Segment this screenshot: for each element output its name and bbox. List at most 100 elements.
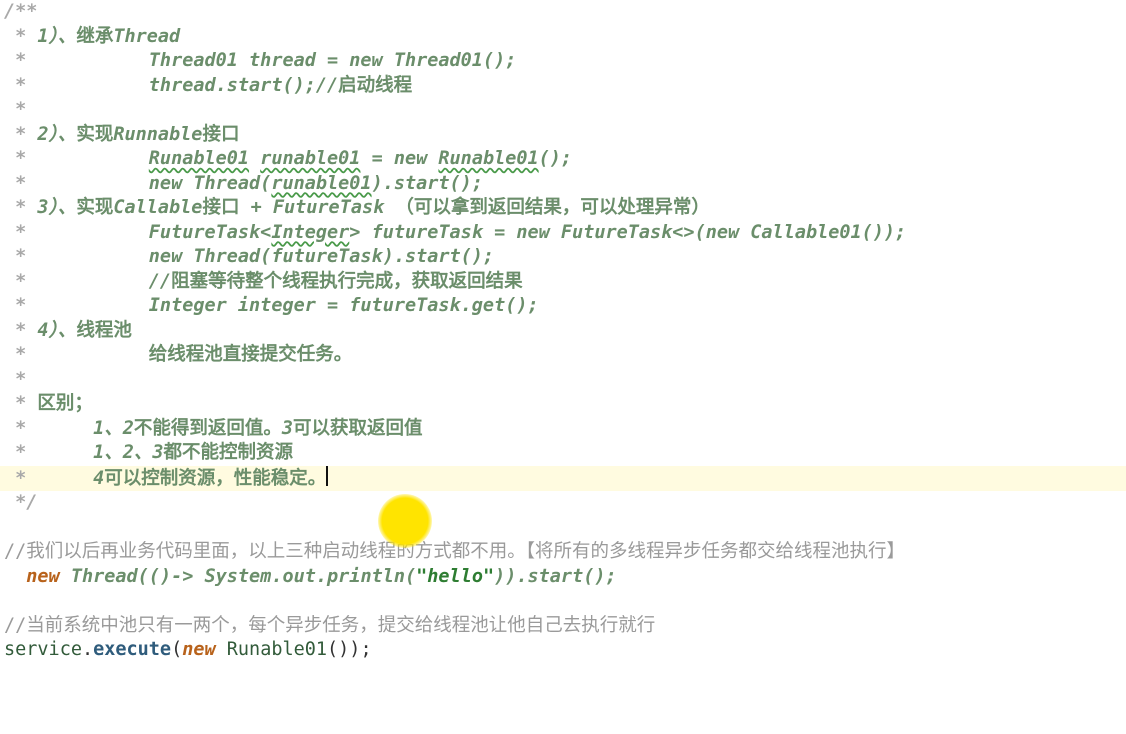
code-line[interactable]: new Thread(()-> System.out.println("hell… (0, 565, 1126, 590)
code-line[interactable]: * Integer integer = futureTask.get(); (0, 294, 1126, 319)
code-token: ()); (327, 639, 372, 660)
code-line[interactable]: service.execute(new Runable01()); (0, 638, 1126, 663)
code-token: 实现 (76, 124, 113, 145)
code-line[interactable]: * 4）、线程池 (0, 319, 1126, 344)
code-token: 4 (93, 468, 104, 489)
code-token: // (149, 271, 171, 292)
code-token: 可以控制资源，性能稳定。 (104, 468, 326, 489)
code-token: new Thread( (149, 173, 272, 194)
code-token: )).start(); (494, 566, 617, 587)
code-token: 接口 (202, 197, 239, 218)
code-token: "hello" (416, 566, 494, 587)
code-token: Callable (113, 197, 202, 218)
code-token: Integer integer = futureTask.get(); (149, 295, 539, 316)
code-token: * (4, 369, 26, 390)
code-line[interactable]: * Thread01 thread = new Thread01(); (0, 49, 1126, 74)
code-line[interactable]: * FutureTask<Integer> futureTask = new F… (0, 221, 1126, 246)
code-token: * (4, 418, 93, 439)
code-token: 1、2、3 (93, 442, 163, 463)
code-token: > futureTask = new FutureTask<>(new Call… (349, 222, 906, 243)
code-token: * (4, 99, 26, 120)
code-token: * (4, 50, 149, 71)
code-token: * (4, 344, 149, 365)
code-token: Thread01 thread = new Thread01(); (149, 50, 517, 71)
code-line[interactable]: */ (0, 491, 1126, 516)
code-token: * (4, 246, 149, 267)
code-line[interactable]: * 4可以控制资源，性能稳定。 (0, 466, 1126, 492)
code-line[interactable]: * (0, 368, 1126, 393)
code-token: new (26, 566, 59, 587)
code-token: Thread(()-> System. (60, 566, 283, 587)
code-token: */ (4, 492, 37, 513)
code-line[interactable]: * Runable01 runable01 = new Runable01(); (0, 147, 1126, 172)
code-token: 4）、 (37, 320, 76, 341)
code-line[interactable]: * 2）、实现Runnable接口 (0, 123, 1126, 148)
code-token: .println( (316, 566, 416, 587)
code-line[interactable]: * (0, 98, 1126, 123)
code-token: ( (171, 639, 182, 660)
code-line[interactable]: * 给线程池直接提交任务。 (0, 343, 1126, 368)
code-token: * (4, 468, 93, 489)
code-token: Runnable (113, 124, 202, 145)
code-token: //我们以后再业务代码里面，以上三种启动线程的方式都不用。【将所有的多线程异步任… (4, 541, 905, 562)
code-token: * (4, 26, 37, 47)
code-line[interactable]: * 1、2、3都不能控制资源 (0, 441, 1126, 466)
code-token: * (4, 173, 149, 194)
code-token: 3 (282, 418, 293, 439)
code-token: 区别； (37, 393, 93, 414)
code-line[interactable]: * 1、2不能得到返回值。3可以获取返回值 (0, 417, 1126, 442)
code-token: （可以拿到返回结果，可以处理异常） (395, 197, 710, 218)
code-token: 实现 (76, 197, 113, 218)
editor-viewport[interactable]: /** * 1）、继承Thread * Thread01 thread = ne… (0, 0, 1126, 663)
code-line[interactable]: * 3）、实现Callable接口 + FutureTask （可以拿到返回结果… (0, 196, 1126, 221)
code-block[interactable]: /** * 1）、继承Thread * Thread01 thread = ne… (0, 0, 1126, 663)
code-token: 1、2 (93, 418, 134, 439)
code-token: Runable01 (149, 148, 249, 169)
code-token: * (4, 197, 37, 218)
code-token: 阻塞等待整个线程执行完成，获取返回结果 (171, 271, 523, 292)
code-line[interactable]: /** (0, 0, 1126, 25)
code-line[interactable]: * 区别； (0, 392, 1126, 417)
code-token (4, 590, 15, 611)
code-line[interactable]: //当前系统中池只有一两个，每个异步任务，提交给线程池让他自己去执行就行 (0, 614, 1126, 639)
code-line[interactable]: * new Thread(runable01).start(); (0, 172, 1126, 197)
code-token: runable01 (260, 148, 360, 169)
code-token: . (82, 639, 93, 660)
code-token: (); (539, 148, 572, 169)
code-line[interactable]: * 1）、继承Thread (0, 25, 1126, 50)
code-token: + FutureTask (239, 197, 395, 218)
code-token: 线程池 (76, 320, 132, 341)
code-token (4, 566, 26, 587)
code-line[interactable]: //我们以后再业务代码里面，以上三种启动线程的方式都不用。【将所有的多线程异步任… (0, 540, 1126, 565)
code-token: execute (93, 639, 171, 660)
code-token: out (282, 566, 315, 587)
code-token: * (4, 271, 149, 292)
code-token (249, 148, 260, 169)
code-line[interactable]: * thread.start();//启动线程 (0, 74, 1126, 99)
code-token: 都不能控制资源 (164, 442, 294, 463)
code-token: * (4, 222, 149, 243)
code-token: runable01 (271, 173, 371, 194)
code-token: Thread (113, 26, 180, 47)
code-token: 给线程池直接提交任务。 (149, 344, 353, 365)
code-line[interactable]: * new Thread(futureTask).start(); (0, 245, 1126, 270)
code-token: * (4, 393, 37, 414)
code-token (4, 517, 15, 538)
code-token: 不能得到返回值。 (134, 418, 282, 439)
code-token: 可以获取返回值 (293, 418, 423, 439)
code-token: ).start(); (372, 173, 483, 194)
code-line[interactable] (0, 516, 1126, 541)
code-token: 启动线程 (338, 75, 412, 96)
code-token: 2）、 (37, 124, 76, 145)
code-token: * (4, 124, 37, 145)
code-token: = new (360, 148, 438, 169)
code-token: 继承 (76, 26, 113, 47)
code-token: thread.start();// (149, 75, 338, 96)
code-token: new Thread(futureTask).start(); (149, 246, 494, 267)
code-token (216, 639, 227, 660)
code-line[interactable] (0, 589, 1126, 614)
code-token: 接口 (202, 124, 239, 145)
code-token: service (4, 639, 82, 660)
code-token: Runable01 (227, 639, 327, 660)
code-line[interactable]: * //阻塞等待整个线程执行完成，获取返回结果 (0, 270, 1126, 295)
